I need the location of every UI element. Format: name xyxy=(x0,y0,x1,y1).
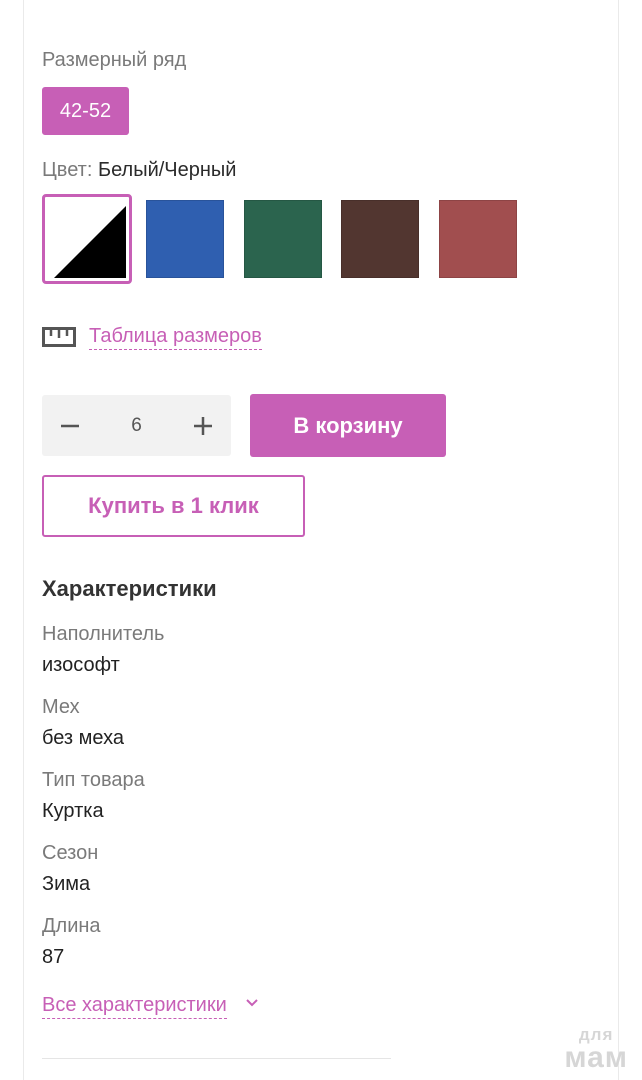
all-characteristics-link[interactable]: Все характеристики xyxy=(42,992,227,1019)
size-option-selected[interactable]: 42-52 xyxy=(42,87,129,135)
watermark-logo: для мам xyxy=(564,1026,628,1073)
watermark-line-2: мам xyxy=(564,1041,628,1074)
chevron-down-icon[interactable] xyxy=(245,996,259,1010)
color-swatch-brown[interactable] xyxy=(341,200,419,278)
white-black-pattern-icon xyxy=(48,200,126,278)
characteristic-name: Мех xyxy=(42,696,80,718)
color-swatch-blue[interactable] xyxy=(146,200,224,278)
add-to-cart-button[interactable]: В корзину xyxy=(250,394,446,457)
ruler-icon xyxy=(42,327,76,347)
quantity-stepper: 6 xyxy=(42,395,231,456)
quantity-decrease-button[interactable] xyxy=(42,395,98,456)
size-range-label: Размерный ряд xyxy=(42,49,187,71)
plus-icon xyxy=(194,416,212,435)
color-label: Цвет: xyxy=(42,159,93,181)
characteristic-name: Сезон xyxy=(42,842,99,864)
buy-one-click-button[interactable]: Купить в 1 клик xyxy=(42,475,305,537)
color-swatch-white-black[interactable] xyxy=(42,194,132,284)
characteristic-name: Наполнитель xyxy=(42,623,165,645)
color-swatch-red[interactable] xyxy=(439,200,517,278)
color-value: Белый/Черный xyxy=(97,159,237,181)
divider xyxy=(42,1058,391,1059)
characteristic-value: 87 xyxy=(42,946,65,968)
characteristic-name: Тип товара xyxy=(42,769,145,791)
quantity-value[interactable]: 6 xyxy=(98,395,175,456)
characteristic-value: изософт xyxy=(42,654,120,676)
characteristic-value: Зима xyxy=(42,873,91,895)
quantity-increase-button[interactable] xyxy=(175,395,231,456)
size-table-link[interactable]: Таблица размеров xyxy=(89,323,262,350)
minus-icon xyxy=(61,424,79,427)
color-line: Цвет: Белый/Черный xyxy=(42,159,236,182)
characteristics-title: Характеристики xyxy=(42,576,217,601)
characteristic-name: Длина xyxy=(42,915,101,937)
characteristic-value: Куртка xyxy=(42,800,104,822)
color-swatch-green[interactable] xyxy=(244,200,322,278)
characteristic-value: без меха xyxy=(42,727,124,749)
